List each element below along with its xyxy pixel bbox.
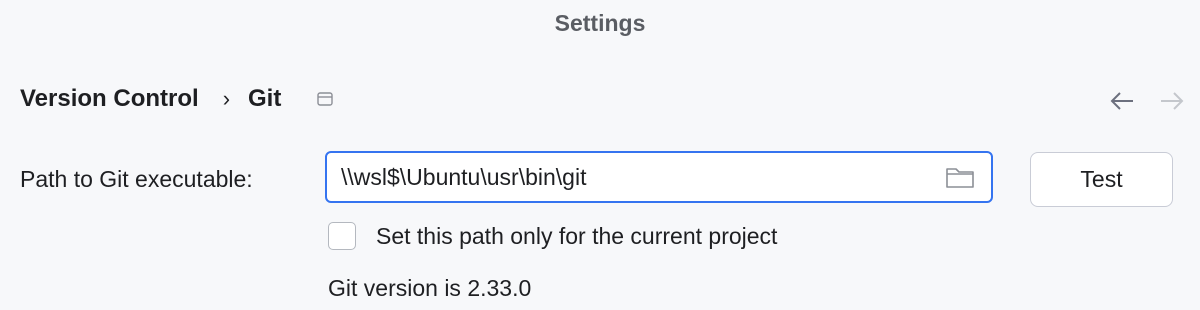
folder-icon[interactable] bbox=[945, 165, 975, 189]
project-only-label[interactable]: Set this path only for the current proje… bbox=[376, 223, 777, 250]
test-button[interactable]: Test bbox=[1030, 152, 1173, 207]
git-path-input[interactable] bbox=[327, 157, 941, 197]
git-path-field[interactable] bbox=[325, 151, 993, 203]
git-version-text: Git version is 2.33.0 bbox=[328, 275, 532, 301]
project-only-checkbox[interactable] bbox=[328, 222, 356, 250]
path-label: Path to Git executable: bbox=[20, 166, 253, 192]
dialog-title: Settings bbox=[554, 10, 646, 36]
arrow-left-icon[interactable] bbox=[1108, 88, 1136, 114]
project-only-option: Set this path only for the current proje… bbox=[328, 222, 777, 250]
breadcrumb-item-git: Git bbox=[248, 85, 282, 112]
window-icon bbox=[317, 91, 334, 107]
breadcrumb-separator: › bbox=[222, 86, 231, 111]
breadcrumb: Version Control › Git bbox=[20, 84, 334, 114]
breadcrumb-item-version-control[interactable]: Version Control bbox=[20, 85, 199, 113]
arrow-right-icon[interactable] bbox=[1158, 88, 1186, 114]
